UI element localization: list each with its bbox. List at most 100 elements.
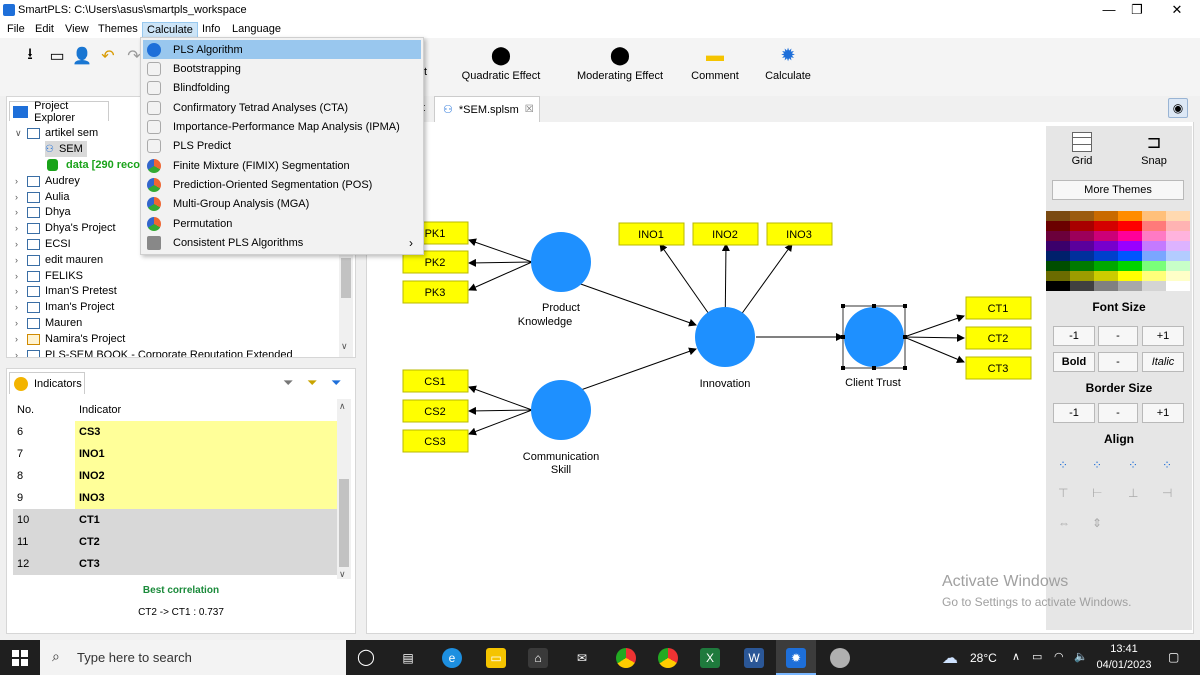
- color-swatch[interactable]: [1166, 221, 1190, 231]
- more-themes-button[interactable]: More Themes: [1052, 180, 1184, 200]
- path-pk-innovation[interactable]: [560, 276, 697, 327]
- indicator-box-pk3[interactable]: PK3: [402, 280, 469, 304]
- menu-item-blindfolding[interactable]: Blindfolding: [143, 78, 421, 97]
- resize-handle[interactable]: [903, 335, 907, 339]
- color-swatch[interactable]: [1070, 221, 1094, 231]
- color-swatch[interactable]: [1166, 271, 1190, 281]
- indicator-box-cs2[interactable]: CS2: [402, 399, 469, 423]
- scrollbar-thumb[interactable]: [339, 479, 349, 567]
- table-row[interactable]: 12 CT3: [13, 553, 340, 575]
- scroll-down-icon[interactable]: ∨: [339, 569, 346, 580]
- color-swatch[interactable]: [1046, 211, 1070, 221]
- resize-handle[interactable]: [841, 366, 845, 370]
- menu-language[interactable]: Language: [228, 22, 285, 38]
- construct-client-trust[interactable]: [844, 307, 904, 367]
- color-swatch[interactable]: [1070, 281, 1094, 291]
- menu-item-ipma[interactable]: Importance-Performance Map Analysis (IPM…: [143, 117, 421, 136]
- tree-item[interactable]: › ECSI: [15, 236, 71, 252]
- table-row[interactable]: 6 CS3: [13, 421, 340, 443]
- construct-product-knowledge[interactable]: [531, 232, 591, 292]
- construct-innovation[interactable]: [695, 307, 755, 367]
- windows-start-icon[interactable]: [12, 650, 28, 666]
- color-swatch[interactable]: [1046, 281, 1070, 291]
- app-icon[interactable]: [830, 648, 850, 668]
- tree-item[interactable]: › Dhya: [15, 204, 71, 220]
- taskbar-search[interactable]: ⌕ Type here to search: [40, 640, 346, 675]
- indicator-box-ct1[interactable]: CT1: [965, 296, 1032, 320]
- indicator-box-ct2[interactable]: CT2: [965, 326, 1032, 350]
- indicator-box-ino2[interactable]: INO2: [692, 222, 759, 246]
- indicator-box-ino3[interactable]: INO3: [766, 222, 833, 246]
- color-swatch[interactable]: [1094, 221, 1118, 231]
- menu-calculate[interactable]: Calculate: [142, 22, 198, 38]
- table-row[interactable]: 11 CT2: [13, 531, 340, 553]
- same-width-icon[interactable]: ⇔: [1058, 516, 1070, 530]
- menu-item-pos[interactable]: Prediction-Oriented Segmentation (POS): [143, 175, 421, 194]
- same-height-icon[interactable]: ⇕: [1092, 516, 1102, 530]
- tree-item[interactable]: › Iman'S Pretest: [15, 283, 117, 299]
- color-swatch[interactable]: [1070, 231, 1094, 241]
- wifi-icon[interactable]: ◠: [1054, 650, 1064, 663]
- file-explorer-icon[interactable]: ▭: [486, 648, 506, 668]
- distribute-left-icon[interactable]: ⊢: [1092, 486, 1102, 500]
- close-tab-icon[interactable]: ☒: [525, 104, 534, 115]
- scrollbar-thumb[interactable]: [341, 258, 351, 298]
- align-right-icon[interactable]: ⁘: [1162, 458, 1172, 472]
- undo-icon[interactable]: ↶: [98, 46, 118, 66]
- font-size-increase-button[interactable]: +1: [1142, 326, 1184, 346]
- color-swatch[interactable]: [1142, 271, 1166, 281]
- calculate-button[interactable]: ✹ Calculate: [728, 44, 848, 82]
- new-project-icon[interactable]: ▭: [47, 46, 67, 66]
- color-swatch[interactable]: [1166, 241, 1190, 251]
- table-row[interactable]: 10 CT1: [13, 509, 340, 531]
- color-swatch[interactable]: [1118, 271, 1142, 281]
- scroll-down-icon[interactable]: ∨: [341, 341, 348, 352]
- store-icon[interactable]: ⌂: [528, 648, 548, 668]
- align-left-icon[interactable]: ⁘: [1092, 458, 1102, 472]
- color-swatch[interactable]: [1166, 231, 1190, 241]
- chrome-profile-icon[interactable]: [658, 648, 678, 668]
- color-swatch[interactable]: [1118, 241, 1142, 251]
- color-swatch[interactable]: [1070, 211, 1094, 221]
- color-swatch[interactable]: [1070, 261, 1094, 271]
- font-size-reset-button[interactable]: -: [1098, 326, 1138, 346]
- close-button[interactable]: ✕: [1154, 0, 1200, 20]
- indicators-tab[interactable]: Indicators: [9, 372, 85, 394]
- color-swatch[interactable]: [1166, 281, 1190, 291]
- construct-communication-skill[interactable]: [531, 380, 591, 440]
- filter-blue-icon[interactable]: ⏷: [331, 375, 341, 391]
- menu-themes[interactable]: Themes: [94, 22, 142, 38]
- grid-button[interactable]: Grid: [1068, 132, 1096, 167]
- weather-icon[interactable]: ☁: [942, 648, 958, 668]
- quadratic-effect-button[interactable]: ⬤ Quadratic Effect: [441, 44, 561, 82]
- color-swatch[interactable]: [1094, 261, 1118, 271]
- menu-item-consistent-pls[interactable]: Consistent PLS Algorithms ›: [143, 233, 421, 252]
- color-swatch[interactable]: [1046, 271, 1070, 281]
- menu-item-cta[interactable]: Confirmatory Tetrad Analyses (CTA): [143, 98, 421, 117]
- tree-item[interactable]: › Namira's Project: [15, 331, 125, 347]
- align-top-icon[interactable]: ⁘: [1058, 458, 1068, 472]
- bold-button[interactable]: Bold: [1053, 352, 1095, 372]
- menu-item-pls-predict[interactable]: PLS Predict: [143, 136, 421, 155]
- tree-item[interactable]: › Mauren: [15, 315, 82, 331]
- color-swatch[interactable]: [1070, 251, 1094, 261]
- menu-info[interactable]: Info: [198, 22, 224, 38]
- color-swatch[interactable]: [1094, 251, 1118, 261]
- indicator-box-cs1[interactable]: CS1: [402, 369, 469, 393]
- font-size-decrease-button[interactable]: -1: [1053, 326, 1095, 346]
- tree-item[interactable]: › Iman's Project: [15, 299, 114, 315]
- menu-item-fimix[interactable]: Finite Mixture (FIMIX) Segmentation: [143, 156, 421, 175]
- add-user-icon[interactable]: 👤: [72, 46, 92, 66]
- scroll-up-icon[interactable]: ∧: [339, 401, 346, 412]
- snap-button[interactable]: ⊐ Snap: [1138, 132, 1170, 167]
- border-size-decrease-button[interactable]: -1: [1053, 403, 1095, 423]
- mail-icon[interactable]: ✉: [572, 648, 592, 668]
- smartpls-taskbar-button[interactable]: ✹: [776, 640, 816, 675]
- distribute-top-icon[interactable]: ⊤: [1058, 486, 1068, 500]
- menu-edit[interactable]: Edit: [31, 22, 58, 38]
- weather-temp[interactable]: 28°C: [970, 651, 997, 665]
- tray-expand-icon[interactable]: ∧: [1012, 650, 1020, 663]
- theme-palette-icon[interactable]: ◉: [1168, 98, 1188, 118]
- distribute-bottom-icon[interactable]: ⊥: [1128, 486, 1138, 500]
- indicator-box-ino1[interactable]: INO1: [618, 222, 685, 246]
